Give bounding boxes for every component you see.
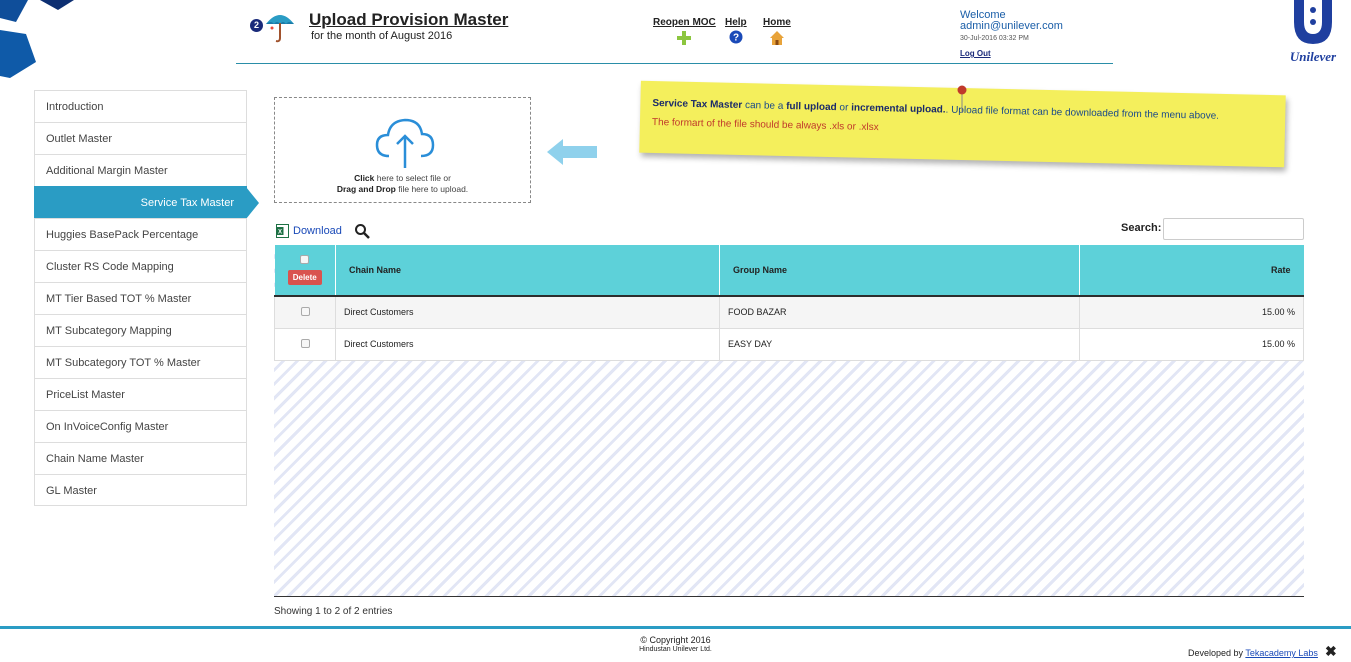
unilever-logo: Unilever bbox=[1290, 0, 1337, 64]
provision-table: Delete Chain Name Group Name Rate Direct… bbox=[274, 245, 1304, 361]
data-table-container: Delete Chain Name Group Name Rate Direct… bbox=[274, 245, 1304, 597]
developed-by-text: Developed by bbox=[1188, 648, 1246, 658]
group-name-cell: FOOD BAZAR bbox=[719, 295, 1080, 329]
sidebar-item-service-tax-master[interactable]: Service Tax Master bbox=[34, 186, 259, 219]
sidebar-item-huggies-basepack-percentage[interactable]: Huggies BasePack Percentage bbox=[34, 218, 247, 250]
group-name-cell: EASY DAY bbox=[719, 327, 1080, 361]
reopen-moc-link[interactable]: Reopen MOC bbox=[653, 17, 716, 46]
sidebar-item-mt-subcategory-mapping[interactable]: MT Subcategory Mapping bbox=[34, 314, 247, 346]
row-checkbox[interactable] bbox=[300, 338, 310, 348]
row-select-cell bbox=[274, 327, 336, 361]
column-header-chain-name[interactable]: Chain Name bbox=[335, 245, 720, 297]
close-icon[interactable]: ✖ bbox=[1325, 643, 1337, 660]
sidebar-item-mt-tier-based-tot-master[interactable]: MT Tier Based TOT % Master bbox=[34, 282, 247, 314]
search-label: Search: bbox=[1121, 222, 1162, 234]
row-checkbox[interactable] bbox=[300, 306, 310, 316]
sidebar-item-cluster-rs-code-mapping[interactable]: Cluster RS Code Mapping bbox=[34, 250, 247, 282]
search-input[interactable] bbox=[1163, 218, 1304, 240]
select-all-checkbox[interactable] bbox=[300, 255, 310, 264]
svg-text:X: X bbox=[278, 230, 282, 236]
home-link[interactable]: Home bbox=[763, 17, 791, 46]
plus-icon bbox=[677, 31, 692, 45]
upload-drag-bold: Drag and Drop bbox=[336, 184, 396, 194]
company-name: Hindustan Unilever Ltd. bbox=[639, 646, 712, 653]
copyright-icon: © bbox=[640, 635, 648, 645]
logo-text: Unilever bbox=[1290, 49, 1337, 64]
note-bold-2: full upload bbox=[786, 100, 837, 114]
upload-click-rest: here to select file or bbox=[374, 173, 451, 183]
table-info: Showing 1 to 2 of 2 entries bbox=[274, 606, 393, 617]
page-footer: © Copyright 2016 Hindustan Unilever Ltd.… bbox=[0, 626, 1351, 662]
row-select-cell bbox=[274, 295, 336, 329]
home-icon bbox=[769, 31, 784, 45]
help-link[interactable]: Help ? bbox=[725, 17, 747, 44]
download-label: Download bbox=[293, 225, 342, 237]
note-text-2: or bbox=[836, 102, 852, 114]
rate-cell: 15.00 % bbox=[1079, 295, 1304, 329]
corner-decoration bbox=[0, 0, 74, 78]
select-all-header: Delete bbox=[274, 245, 336, 297]
sidebar-item-chain-name-master[interactable]: Chain Name Master bbox=[34, 442, 247, 474]
rate-cell: 15.00 % bbox=[1079, 327, 1304, 361]
table-row: Direct Customers EASY DAY 15.00 % bbox=[274, 327, 1304, 361]
login-timestamp: 30-Jul-2016 03:32 PM bbox=[960, 35, 1029, 42]
chain-name-cell: Direct Customers bbox=[335, 327, 720, 361]
download-button[interactable]: X Download bbox=[276, 224, 342, 238]
user-panel: Welcome admin@unilever.com 30-Jul-2016 0… bbox=[960, 10, 1063, 59]
user-email: admin@unilever.com bbox=[960, 20, 1063, 32]
sidebar-item-gl-master[interactable]: GL Master bbox=[34, 474, 247, 506]
excel-icon: X bbox=[276, 224, 289, 238]
sidebar-item-mt-subcategory-tot-master[interactable]: MT Subcategory TOT % Master bbox=[34, 346, 247, 378]
svg-text:?: ? bbox=[733, 33, 739, 44]
sidebar-item-pricelist-master[interactable]: PriceList Master bbox=[34, 378, 247, 410]
sidebar-item-introduction[interactable]: Introduction bbox=[34, 90, 247, 122]
home-label: Home bbox=[763, 17, 791, 28]
help-label: Help bbox=[725, 17, 747, 28]
logout-link[interactable]: Log Out bbox=[960, 48, 1063, 59]
column-header-group-name[interactable]: Group Name bbox=[719, 245, 1080, 297]
upload-drag-rest: file here to upload. bbox=[395, 184, 469, 194]
chain-name-cell: Direct Customers bbox=[335, 295, 720, 329]
column-header-rate[interactable]: Rate bbox=[1079, 245, 1304, 297]
note-bold-3: incremental upload. bbox=[851, 102, 946, 116]
developer-credit: Developed by Tekacademy Labs bbox=[1188, 648, 1318, 658]
note-bold-1: Service Tax Master bbox=[652, 97, 743, 111]
upload-click-bold: Click bbox=[354, 173, 375, 183]
sidebar-item-outlet-master[interactable]: Outlet Master bbox=[34, 122, 247, 154]
upload-instructions: Click here to select file or Drag and Dr… bbox=[275, 173, 530, 195]
table-row: Direct Customers FOOD BAZAR 15.00 % bbox=[274, 295, 1304, 329]
delete-button[interactable]: Delete bbox=[287, 270, 322, 285]
copyright-block: © Copyright 2016 Hindustan Unilever Ltd. bbox=[0, 635, 1351, 655]
cloud-upload-icon bbox=[375, 118, 435, 168]
app-header: 2 Upload Provision Master for the month … bbox=[236, 0, 1113, 64]
page-title: Upload Provision Master bbox=[309, 10, 509, 29]
umbrella-icon bbox=[266, 15, 294, 43]
magnifier-icon[interactable] bbox=[354, 223, 370, 239]
note-text-1: can be a bbox=[742, 99, 787, 112]
copyright-text: Copyright 2016 bbox=[649, 635, 711, 645]
note-text-3: . Upload file format can be downloaded f… bbox=[945, 104, 1220, 122]
developer-link[interactable]: Tekacademy Labs bbox=[1245, 648, 1318, 658]
sidebar-nav: Introduction Outlet Master Additional Ma… bbox=[34, 90, 259, 506]
arrow-left-icon bbox=[547, 139, 597, 165]
sidebar-item-additional-margin-master[interactable]: Additional Margin Master bbox=[34, 154, 247, 186]
notification-badge[interactable]: 2 bbox=[250, 19, 263, 32]
help-icon: ? bbox=[729, 30, 743, 44]
page-subtitle: for the month of August 2016 bbox=[311, 30, 453, 42]
pushpin-icon bbox=[957, 85, 967, 113]
file-upload-dropzone[interactable]: Click here to select file or Drag and Dr… bbox=[274, 97, 531, 203]
reopen-moc-label: Reopen MOC bbox=[653, 17, 716, 28]
sidebar-item-invoiceconfig-master[interactable]: On InVoiceConfig Master bbox=[34, 410, 247, 442]
